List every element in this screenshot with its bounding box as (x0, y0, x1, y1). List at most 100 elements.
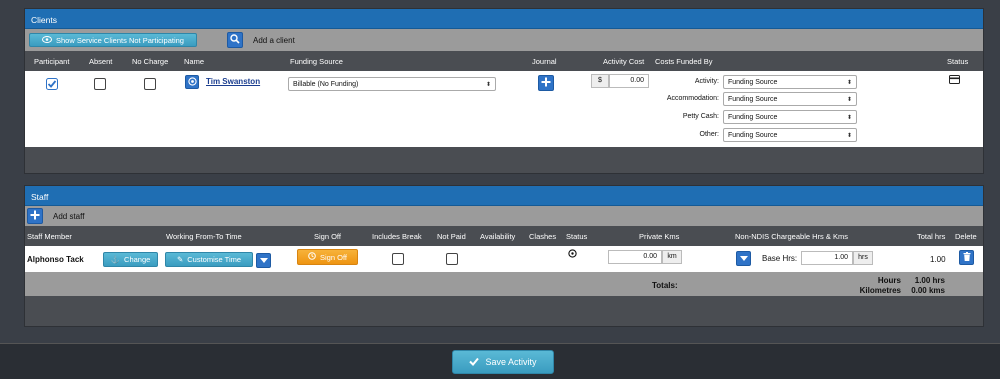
col-availability: Availability (480, 232, 516, 241)
funded-by-activity-select[interactable]: Funding Source ⬍ (723, 75, 857, 89)
funding-source-select[interactable]: Billable (No Funding) ⬍ (288, 77, 496, 91)
clients-panel-title: Clients (25, 9, 983, 29)
includes-break-checkbox[interactable] (392, 253, 404, 265)
funded-by-accommodation-value: Funding Source (728, 95, 778, 103)
change-staff-button[interactable]: ⚓ Change (103, 252, 158, 267)
staff-name: Alphonso Tack (27, 255, 84, 264)
col-sign-off: Sign Off (314, 232, 341, 241)
plus-icon (541, 77, 551, 89)
activity-cost-input[interactable]: 0.00 (609, 74, 649, 88)
check-icon (469, 357, 480, 368)
sign-off-button[interactable]: Sign Off (297, 249, 358, 265)
col-journal: Journal (532, 57, 557, 66)
select-arrows-icon: ⬍ (485, 81, 491, 88)
clients-panel-footer (25, 147, 983, 167)
funded-by-other-select[interactable]: Funding Source ⬍ (723, 128, 857, 142)
col-status: Status (566, 232, 588, 241)
col-ndis-chargeable: Non-NDIS Chargeable Hrs & Kms (735, 232, 848, 241)
anchor-icon: ⚓ (110, 255, 121, 264)
funded-by-petty-cash-label: Petty Cash: (682, 113, 719, 120)
funded-by-petty-cash-value: Funding Source (728, 113, 778, 121)
search-client-button[interactable] (227, 32, 243, 48)
search-icon (230, 34, 240, 46)
base-hrs-label: Base Hrs: (762, 254, 798, 263)
add-journal-button[interactable] (538, 75, 554, 91)
km-total-label: Kilometres (859, 286, 901, 295)
ndis-dropdown-button[interactable] (736, 251, 751, 266)
clients-toolbar: Show Service Clients Not Participating A… (25, 29, 983, 51)
chevron-down-icon (259, 256, 268, 265)
absent-checkbox[interactable] (94, 78, 106, 90)
participant-checkbox[interactable] (46, 78, 58, 92)
staff-totals-row: Totals: Hours 1.00 hrs Kilometres 0.00 k… (25, 272, 983, 296)
target-icon (187, 76, 197, 88)
col-absent: Absent (89, 57, 113, 66)
staff-panel-footer (25, 296, 983, 316)
funded-by-petty-cash-select[interactable]: Funding Source ⬍ (723, 110, 857, 124)
add-client-label[interactable]: Add a client (253, 36, 295, 45)
sign-off-label: Sign Off (320, 252, 347, 262)
select-arrows-icon: ⬍ (846, 96, 852, 103)
customise-label: Customise Time (187, 255, 242, 264)
km-total-value: 0.00 kms (911, 286, 945, 295)
funding-source-value: Billable (No Funding) (293, 80, 359, 88)
time-dropdown-button[interactable] (256, 253, 271, 268)
col-funding-source: Funding Source (290, 57, 343, 66)
not-paid-checkbox[interactable] (446, 253, 458, 265)
plus-icon (30, 210, 40, 222)
client-profile-button[interactable] (185, 75, 199, 89)
col-no-charge: No Charge (132, 57, 169, 66)
hrs-unit-addon: hrs (853, 251, 873, 265)
delete-staff-button[interactable] (959, 250, 974, 265)
total-hrs-value: 1.00 (930, 255, 946, 264)
save-activity-button[interactable]: Save Activity (452, 350, 554, 374)
save-activity-label: Save Activity (485, 357, 537, 367)
hours-total-value: 1.00 hrs (914, 276, 945, 285)
clients-column-headers: Participant Absent No Charge Name Fundin… (25, 51, 983, 71)
col-staff-member: Staff Member (27, 232, 72, 241)
col-includes-break: Includes Break (372, 232, 422, 241)
staff-panel-title: Staff (25, 186, 983, 206)
add-staff-label[interactable]: Add staff (53, 212, 84, 221)
col-activity-cost: Activity Cost (603, 57, 645, 66)
trash-icon (963, 252, 971, 263)
col-delete: Delete (955, 232, 977, 241)
staff-row: Alphonso Tack ⚓ Change ✎ Customise Time … (25, 246, 983, 272)
funded-by-other-value: Funding Source (728, 131, 778, 139)
private-kms-input[interactable]: 0.00 (608, 250, 662, 264)
col-name: Name (184, 57, 205, 66)
funded-by-accommodation-select[interactable]: Funding Source ⬍ (723, 92, 857, 106)
show-not-participating-button[interactable]: Show Service Clients Not Participating (29, 33, 197, 47)
funded-by-other-label: Other: (699, 131, 719, 138)
client-status-icon[interactable] (949, 75, 960, 86)
eye-icon (42, 35, 52, 45)
add-staff-button[interactable] (27, 208, 43, 224)
staff-panel: Staff Add staff Staff Member Working Fro… (24, 185, 984, 327)
no-charge-checkbox[interactable] (144, 78, 156, 90)
clock-icon (308, 252, 316, 262)
kms-unit-addon: km (662, 250, 682, 264)
currency-addon: $ (591, 74, 609, 88)
client-name-link[interactable]: Tim Swanston (206, 77, 260, 86)
chevron-down-icon (739, 254, 748, 263)
col-clashes: Clashes (529, 232, 557, 241)
client-row: Tim Swanston Billable (No Funding) ⬍ $ 0… (25, 71, 983, 147)
clients-panel: Clients Show Service Clients Not Partici… (24, 8, 984, 174)
staff-column-headers: Staff Member Working From-To Time Sign O… (25, 226, 983, 246)
select-arrows-icon: ⬍ (846, 132, 852, 139)
funded-by-accommodation-label: Accommodation: (666, 95, 719, 102)
change-label: Change (124, 255, 151, 264)
staff-status-icon (568, 249, 577, 260)
col-not-paid: Not Paid (437, 232, 466, 241)
totals-label: Totals: (652, 281, 678, 290)
show-not-participating-label: Show Service Clients Not Participating (56, 35, 184, 45)
base-hrs-input[interactable]: 1.00 (801, 251, 853, 265)
col-private-kms: Private Kms (639, 232, 680, 241)
select-arrows-icon: ⬍ (846, 79, 852, 86)
col-total-hrs: Total hrs (917, 232, 946, 241)
customise-time-button[interactable]: ✎ Customise Time (165, 252, 253, 267)
funded-by-activity-value: Funding Source (728, 78, 778, 86)
hours-total-label: Hours (877, 276, 901, 285)
select-arrows-icon: ⬍ (846, 114, 852, 121)
col-participant: Participant (34, 57, 70, 66)
